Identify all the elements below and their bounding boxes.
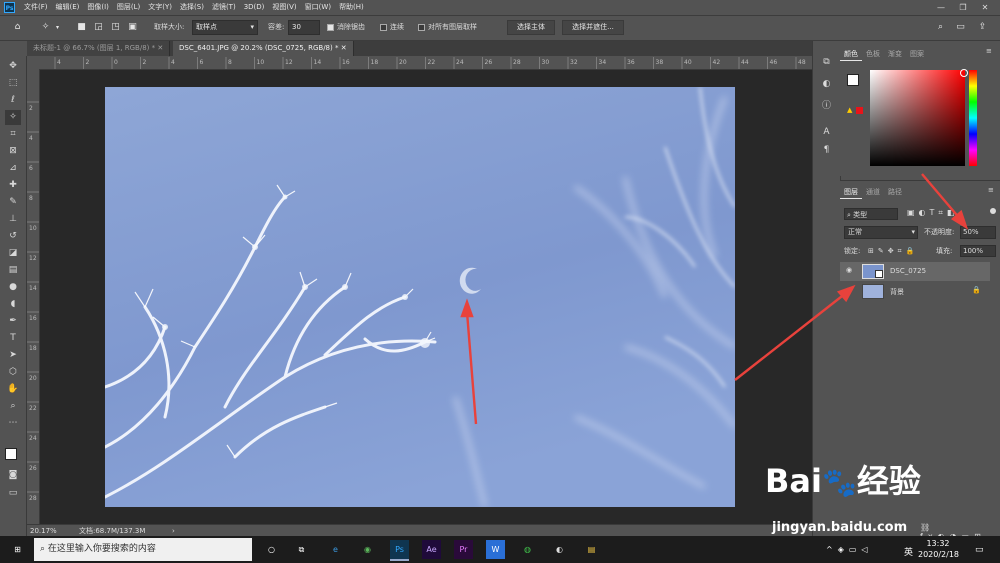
- system-tray-icons[interactable]: ^◈▭◁: [826, 545, 873, 554]
- edge-icon[interactable]: e: [326, 540, 345, 559]
- wechat-icon[interactable]: ◍: [518, 540, 537, 559]
- watermark-brand: Bai🐾经验: [765, 456, 921, 502]
- search-icon: ⌕: [40, 544, 46, 554]
- task-view-icon[interactable]: ⧉: [292, 540, 311, 559]
- ime-indicator[interactable]: 英: [904, 545, 913, 558]
- cortana-icon[interactable]: ○: [262, 540, 281, 559]
- arrow-to-moon: [465, 311, 478, 425]
- paw-icon: 🐾: [821, 466, 857, 499]
- notification-icon[interactable]: ▭: [975, 545, 984, 555]
- clock-time: 13:32: [926, 539, 950, 548]
- search-placeholder: 在这里输入你要搜索的内容: [47, 544, 156, 554]
- file-explorer-icon[interactable]: ▤: [582, 540, 601, 559]
- arrow-to-layer: [734, 292, 847, 381]
- arrow-to-opacity: [921, 173, 962, 221]
- windows-start-icon[interactable]: ⊞: [8, 540, 27, 559]
- clock-date: 2020/2/18: [918, 550, 960, 559]
- watermark-brand-text: Bai: [765, 462, 822, 500]
- app-icon[interactable]: ◐: [550, 540, 569, 559]
- taskbar-search[interactable]: ⌕ 在这里输入你要搜索的内容: [34, 538, 252, 561]
- wps-icon[interactable]: W: [486, 540, 505, 559]
- premiere-icon[interactable]: Pr: [454, 540, 473, 559]
- taskbar-clock[interactable]: 13:32 2020/2/18: [918, 538, 960, 560]
- after-effects-icon[interactable]: Ae: [422, 540, 441, 559]
- browser-icon[interactable]: ◉: [358, 540, 377, 559]
- photoshop-taskbar-icon[interactable]: Ps: [390, 540, 409, 561]
- arrow-to-moon-head: [460, 298, 474, 318]
- watermark-brand2-text: 经验: [856, 462, 921, 500]
- watermark-url: jingyan.baidu.com: [772, 520, 908, 535]
